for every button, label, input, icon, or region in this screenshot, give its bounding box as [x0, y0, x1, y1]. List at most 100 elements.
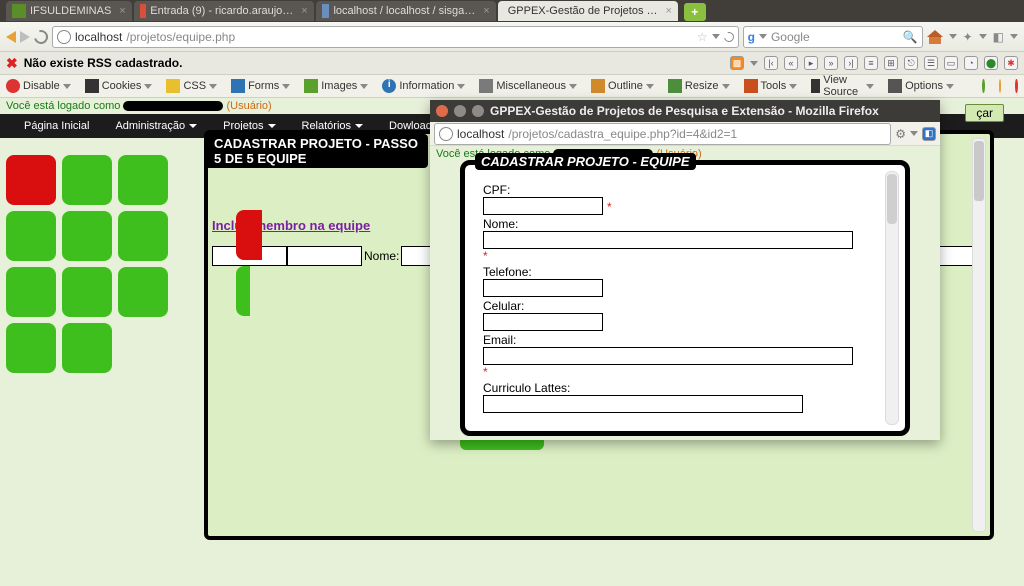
home-icon[interactable]	[927, 30, 943, 44]
telefone-input[interactable]	[483, 279, 603, 297]
form-scrollbar[interactable]	[885, 171, 899, 425]
dev-outline[interactable]: Outline	[591, 79, 654, 93]
search-engine-icon[interactable]: g	[748, 30, 755, 44]
close-icon[interactable]: ×	[301, 5, 307, 17]
favicon-icon	[140, 4, 147, 18]
gear-icon[interactable]: ⚙	[895, 127, 906, 141]
site-identity-icon[interactable]	[57, 30, 71, 44]
dev-css[interactable]: CSS	[166, 79, 217, 93]
toolbar-icon[interactable]: ☰	[924, 56, 938, 70]
browser-tab[interactable]: IFSULDEMINAS×	[6, 1, 132, 21]
browser-tab-active[interactable]: GPPEX-Gestão de Projetos …×	[498, 1, 678, 21]
new-tab-button[interactable]: +	[684, 3, 706, 21]
toolbar-icon[interactable]: ▭	[944, 56, 958, 70]
col-input-2[interactable]	[287, 246, 362, 266]
toolbar-icon[interactable]: ⎋	[904, 56, 918, 70]
required-asterisk: *	[483, 249, 887, 263]
popup-address-bar[interactable]: localhost/projetos/cadastra_equipe.php?i…	[434, 123, 891, 145]
player-last-icon[interactable]: ›|	[844, 56, 858, 70]
browser-tab[interactable]: Entrada (9) - ricardo.araujo…×	[134, 1, 314, 21]
required-asterisk: *	[483, 365, 887, 379]
menu-home[interactable]: Página Inicial	[24, 120, 89, 132]
chevron-down-icon	[282, 84, 290, 89]
forms-icon	[231, 79, 245, 93]
images-icon	[304, 79, 318, 93]
dev-viewsource[interactable]: View Source	[811, 74, 874, 98]
status-yellow-icon[interactable]	[999, 79, 1002, 93]
dev-options[interactable]: Options	[888, 79, 954, 93]
player-play-icon[interactable]: ▸	[804, 56, 818, 70]
lattes-input[interactable]	[483, 395, 803, 413]
popup-window: GPPEX-Gestão de Projetos de Pesquisa e E…	[430, 100, 940, 440]
scroll-thumb[interactable]	[887, 174, 897, 224]
player-prev-icon[interactable]: «	[784, 56, 798, 70]
go-reload-icon[interactable]	[722, 30, 736, 44]
close-icon[interactable]: ×	[666, 5, 672, 17]
address-bar[interactable]: localhost/projetos/equipe.php ☆	[52, 26, 739, 48]
lattes-label: Curriculo Lattes:	[483, 381, 887, 395]
dev-disable[interactable]: Disable	[6, 79, 71, 93]
dev-misc[interactable]: Miscellaneous	[479, 79, 577, 93]
bookmark-star-icon[interactable]: ☆	[697, 30, 708, 44]
dev-label: Outline	[608, 80, 643, 92]
status-green-icon[interactable]	[982, 79, 985, 93]
step-green	[118, 267, 168, 317]
rss-icon[interactable]: ▩	[730, 56, 744, 70]
dropdown-icon[interactable]	[1010, 34, 1018, 39]
misc-icon	[479, 79, 493, 93]
popup-titlebar[interactable]: GPPEX-Gestão de Projetos de Pesquisa e E…	[430, 100, 940, 122]
dev-label: Cookies	[102, 80, 142, 92]
player-next-icon[interactable]: »	[824, 56, 838, 70]
logged-prefix: Você está logado como	[6, 100, 120, 112]
field-email: Email: *	[483, 333, 887, 379]
back-icon[interactable]	[6, 31, 16, 43]
site-identity-icon[interactable]	[439, 127, 453, 141]
search-bar[interactable]: g Google 🔍	[743, 26, 923, 48]
toolbar-icon[interactable]: ◧	[993, 30, 1004, 44]
window-maximize-icon[interactable]	[472, 105, 484, 117]
button-label-fragment: çar	[976, 106, 993, 120]
close-icon[interactable]: ×	[119, 5, 125, 17]
dev-images[interactable]: Images	[304, 79, 368, 93]
toolbar-icon[interactable]: ⊞	[884, 56, 898, 70]
window-minimize-icon[interactable]	[454, 105, 466, 117]
cpf-input[interactable]	[483, 197, 603, 215]
step-red-overlap	[236, 210, 262, 260]
underlying-button[interactable]: çar	[965, 104, 1004, 122]
step-green	[6, 323, 56, 373]
dropdown-icon[interactable]	[750, 61, 758, 66]
browser-tab[interactable]: localhost / localhost / sisga… ×	[316, 1, 496, 21]
dev-info[interactable]: iInformation	[382, 79, 465, 93]
toolbar-icon[interactable]: ◔	[964, 56, 978, 70]
dev-cookies[interactable]: Cookies	[85, 79, 153, 93]
nome-input[interactable]	[483, 231, 853, 249]
forward-icon[interactable]	[20, 31, 30, 43]
player-first-icon[interactable]: |‹	[764, 56, 778, 70]
dev-forms[interactable]: Forms	[231, 79, 290, 93]
window-close-icon[interactable]	[436, 105, 448, 117]
dev-resize[interactable]: Resize	[668, 79, 730, 93]
celular-input[interactable]	[483, 313, 603, 331]
menu-admin[interactable]: Administração	[115, 120, 197, 132]
nav-toolbar: localhost/projetos/equipe.php ☆ g Google…	[0, 22, 1024, 52]
step-green	[6, 267, 56, 317]
menu-dropdown-icon[interactable]	[949, 34, 957, 39]
tab-label: localhost / localhost / sisga…	[333, 5, 475, 17]
feed-icon[interactable]: ✦	[963, 30, 973, 44]
dropdown-icon[interactable]	[910, 131, 918, 136]
dropdown-icon[interactable]	[759, 34, 767, 39]
email-input[interactable]	[483, 347, 853, 365]
reload-icon[interactable]	[31, 27, 50, 46]
panel-scrollbar[interactable]	[972, 138, 986, 532]
status-red-icon[interactable]	[1015, 79, 1018, 93]
toolbar-icon[interactable]: ≡	[864, 56, 878, 70]
dev-tools[interactable]: Tools	[744, 79, 798, 93]
close-icon[interactable]: ×	[483, 5, 489, 17]
dropdown-icon[interactable]	[979, 34, 987, 39]
dropdown-icon[interactable]	[712, 34, 720, 39]
scroll-thumb[interactable]	[974, 141, 984, 201]
toolbar-icon[interactable]: ✱	[1004, 56, 1018, 70]
search-icon[interactable]: 🔍	[903, 30, 918, 44]
toolbar-icon[interactable]: ⬤	[984, 56, 998, 70]
popup-toolbar-icon[interactable]: ◧	[922, 127, 936, 141]
